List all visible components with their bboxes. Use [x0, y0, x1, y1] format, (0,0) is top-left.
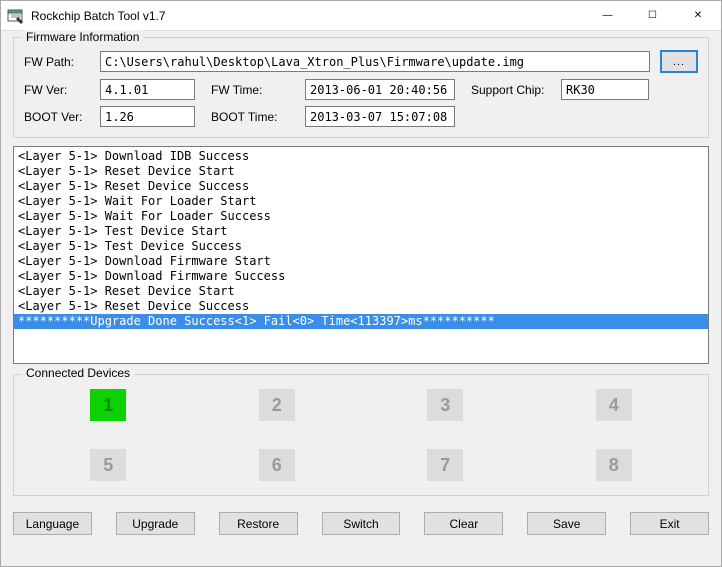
log-line[interactable]: <Layer 5-1> Reset Device Start — [14, 164, 708, 179]
upgrade-button[interactable]: Upgrade — [116, 512, 195, 535]
log-line[interactable]: <Layer 5-1> Test Device Start — [14, 224, 708, 239]
log-line[interactable]: <Layer 5-1> Reset Device Start — [14, 284, 708, 299]
titlebar[interactable]: Rockchip Batch Tool v1.7 — ☐ ✕ — [1, 1, 721, 31]
boottime-label: BOOT Time: — [211, 110, 295, 124]
log-line[interactable]: <Layer 5-1> Download IDB Success — [14, 149, 708, 164]
log-line[interactable]: <Layer 5-1> Download Firmware Start — [14, 254, 708, 269]
device-slot-3[interactable]: 3 — [427, 389, 463, 421]
fwpath-field[interactable]: C:\Users\rahul\Desktop\Lava_Xtron_Plus\F… — [100, 51, 650, 72]
fwtime-label: FW Time: — [211, 83, 295, 97]
firmware-group: Firmware Information FW Path: C:\Users\r… — [13, 37, 709, 138]
device-slot-2[interactable]: 2 — [259, 389, 295, 421]
devices-group: Connected Devices 12345678 — [13, 374, 709, 496]
device-slot-4[interactable]: 4 — [596, 389, 632, 421]
switch-button[interactable]: Switch — [322, 512, 401, 535]
window-title: Rockchip Batch Tool v1.7 — [31, 9, 585, 23]
device-slot-5[interactable]: 5 — [90, 449, 126, 481]
supportchip-field[interactable]: RK30 — [561, 79, 649, 100]
close-button[interactable]: ✕ — [675, 1, 721, 30]
minimize-button[interactable]: — — [585, 1, 630, 30]
bootver-field[interactable]: 1.26 — [100, 106, 195, 127]
fwpath-label: FW Path: — [24, 55, 90, 69]
devices-legend: Connected Devices — [22, 366, 134, 380]
maximize-button[interactable]: ☐ — [630, 1, 675, 30]
bootver-label: BOOT Ver: — [24, 110, 90, 124]
fwtime-field[interactable]: 2013-06-01 20:40:56 — [305, 79, 455, 100]
supportchip-label: Support Chip: — [471, 83, 551, 97]
log-line[interactable]: <Layer 5-1> Reset Device Success — [14, 299, 708, 314]
log-line[interactable]: <Layer 5-1> Wait For Loader Start — [14, 194, 708, 209]
browse-button[interactable]: ... — [660, 50, 698, 73]
exit-button[interactable]: Exit — [630, 512, 709, 535]
log-line[interactable]: <Layer 5-1> Reset Device Success — [14, 179, 708, 194]
log-line[interactable]: <Layer 5-1> Download Firmware Success — [14, 269, 708, 284]
device-slot-8[interactable]: 8 — [596, 449, 632, 481]
log-line-selected[interactable]: **********Upgrade Done Success<1> Fail<0… — [14, 314, 708, 329]
app-icon — [7, 7, 25, 25]
clear-button[interactable]: Clear — [424, 512, 503, 535]
device-slot-6[interactable]: 6 — [259, 449, 295, 481]
fwver-field[interactable]: 4.1.01 — [100, 79, 195, 100]
log-area[interactable]: <Layer 5-1> Download IDB Success<Layer 5… — [13, 146, 709, 364]
fwver-label: FW Ver: — [24, 83, 90, 97]
firmware-legend: Firmware Information — [22, 30, 143, 44]
button-row: Language Upgrade Restore Switch Clear Sa… — [13, 512, 709, 535]
boottime-field[interactable]: 2013-03-07 15:07:08 — [305, 106, 455, 127]
language-button[interactable]: Language — [13, 512, 92, 535]
device-slot-1[interactable]: 1 — [90, 389, 126, 421]
save-button[interactable]: Save — [527, 512, 606, 535]
log-line[interactable]: <Layer 5-1> Test Device Success — [14, 239, 708, 254]
log-line[interactable]: <Layer 5-1> Wait For Loader Success — [14, 209, 708, 224]
restore-button[interactable]: Restore — [219, 512, 298, 535]
device-slot-7[interactable]: 7 — [427, 449, 463, 481]
